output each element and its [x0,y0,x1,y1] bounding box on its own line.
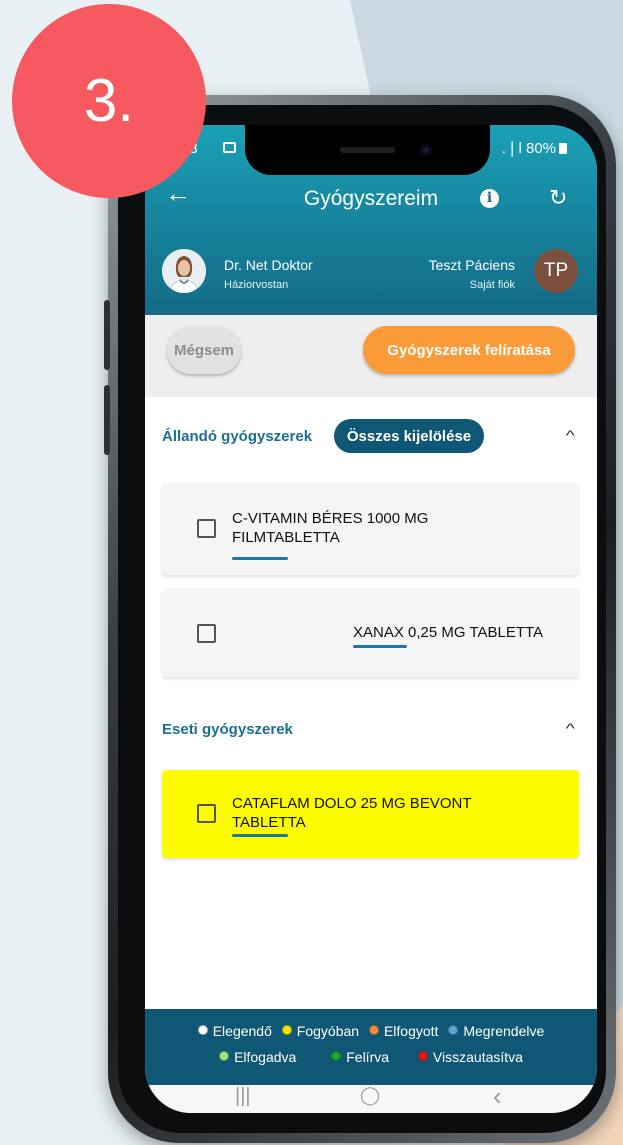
status-legend: Elegendő Fogyóban Elfogyott Megrendelve … [145,1009,597,1085]
stock-indicator-bar [232,834,288,837]
legend-label: Fogyóban [296,1023,360,1039]
occasional-section-title: Eseti gyógyszerek [162,721,293,738]
legend-row: Elfogadva Felírva Visszautasítva [145,1049,597,1065]
medication-name: XANAX 0,25 MG TABLETTA [353,624,544,641]
legend-label: Elegendő [212,1023,272,1039]
medication-card[interactable]: CATAFLAM DOLO 25 MG BEVONT TABLETTA [162,770,579,858]
legend-dot [331,1051,342,1061]
action-bar: Mégsem Gyógyszerek felíratása [145,315,597,397]
status-indicators: .❘l 80% [496,139,567,157]
front-camera [420,144,432,156]
legend-label: Elfogyott [383,1023,439,1039]
permanent-section-title: Állandó gyógyszerek [162,428,313,445]
legend-item: Elfogadva [219,1049,296,1065]
app-header: 53 .❘l 80% ← Gyógyszereim i ↻ Dr. Net Do… [145,125,597,315]
phone-side-button-left-2 [104,385,110,455]
patient-name: Teszt Páciens [428,257,515,273]
medication-name-line: CATAFLAM DOLO 25 MG BEVONT [232,795,472,812]
step-number-badge: 3. [12,4,206,198]
legend-dot [219,1051,230,1061]
medication-checkbox[interactable] [197,804,216,823]
legend-item: Fogyóban [281,1023,360,1039]
refresh-icon[interactable]: ↻ [549,185,567,211]
info-icon[interactable]: i [480,189,499,208]
speaker-grille [340,147,395,153]
legend-label: Elfogadva [234,1049,297,1065]
stock-indicator-bar [232,557,288,560]
medication-list: Állandó gyógyszerek Összes kijelölése ^ … [145,397,597,1009]
legend-item: Megrendelve [448,1023,544,1039]
legend-item: Felírva [331,1049,389,1065]
page-title: Gyógyszereim [303,187,439,210]
medication-checkbox[interactable] [197,624,216,643]
phone-screen: 53 .❘l 80% ← Gyógyszereim i ↻ Dr. Net Do… [145,125,597,1113]
legend-dot [197,1025,208,1035]
medication-card[interactable]: XANAX 0,25 MG TABLETTA [162,589,579,677]
medication-name-line: TABLETTA [232,814,306,831]
status-right-text: .❘l 80% [495,140,556,157]
legend-item: Visszautasítva [417,1049,523,1065]
doctor-avatar [162,249,206,293]
phone-side-button-left [104,300,110,370]
chevron-up-icon[interactable]: ^ [566,720,575,736]
legend-label: Visszautasítva [432,1049,523,1065]
legend-item: Elfogyott [368,1023,439,1039]
medication-name: CATAFLAM DOLO 25 MG BEVONT TABLETTA [232,794,472,832]
cancel-button[interactable]: Mégsem [167,326,241,374]
medication-card[interactable]: C-VITAMIN BÉRES 1000 MG FILMTABLETTA [162,483,579,575]
legend-dot [368,1025,379,1035]
medication-name-line: C-VITAMIN BÉRES 1000 MG [232,510,429,527]
battery-icon [559,143,567,154]
doctor-name: Dr. Net Doktor [224,257,313,273]
recent-apps-button[interactable]: ||| [235,1085,251,1108]
doctor-role: Háziorvostan [224,279,289,291]
camera-notch [245,125,490,175]
chevron-up-icon[interactable]: ^ [566,427,575,443]
legend-dot [417,1051,428,1061]
gallery-icon [223,142,236,153]
patient-avatar[interactable]: TP [534,249,578,293]
legend-dot [281,1025,292,1035]
legend-label: Megrendelve [463,1023,545,1039]
back-button[interactable]: ‹ [493,1081,502,1112]
legend-label: Felírva [346,1049,390,1065]
medication-name: C-VITAMIN BÉRES 1000 MG FILMTABLETTA [232,509,428,547]
legend-dot [448,1025,459,1035]
legend-item: Elegendő [197,1023,272,1039]
select-all-button[interactable]: Összes kijelölése [334,419,484,453]
medication-checkbox[interactable] [197,519,216,538]
medication-name-line: FILMTABLETTA [232,529,340,546]
legend-row: Elegendő Fogyóban Elfogyott Megrendelve [145,1023,597,1039]
home-button[interactable]: ◯ [360,1085,380,1106]
prescribe-button[interactable]: Gyógyszerek felíratása [363,326,575,374]
system-nav-bar: ||| ◯ ‹ [145,1081,597,1113]
stock-indicator-bar [353,645,407,648]
patient-account: Saját fiók [469,279,515,291]
